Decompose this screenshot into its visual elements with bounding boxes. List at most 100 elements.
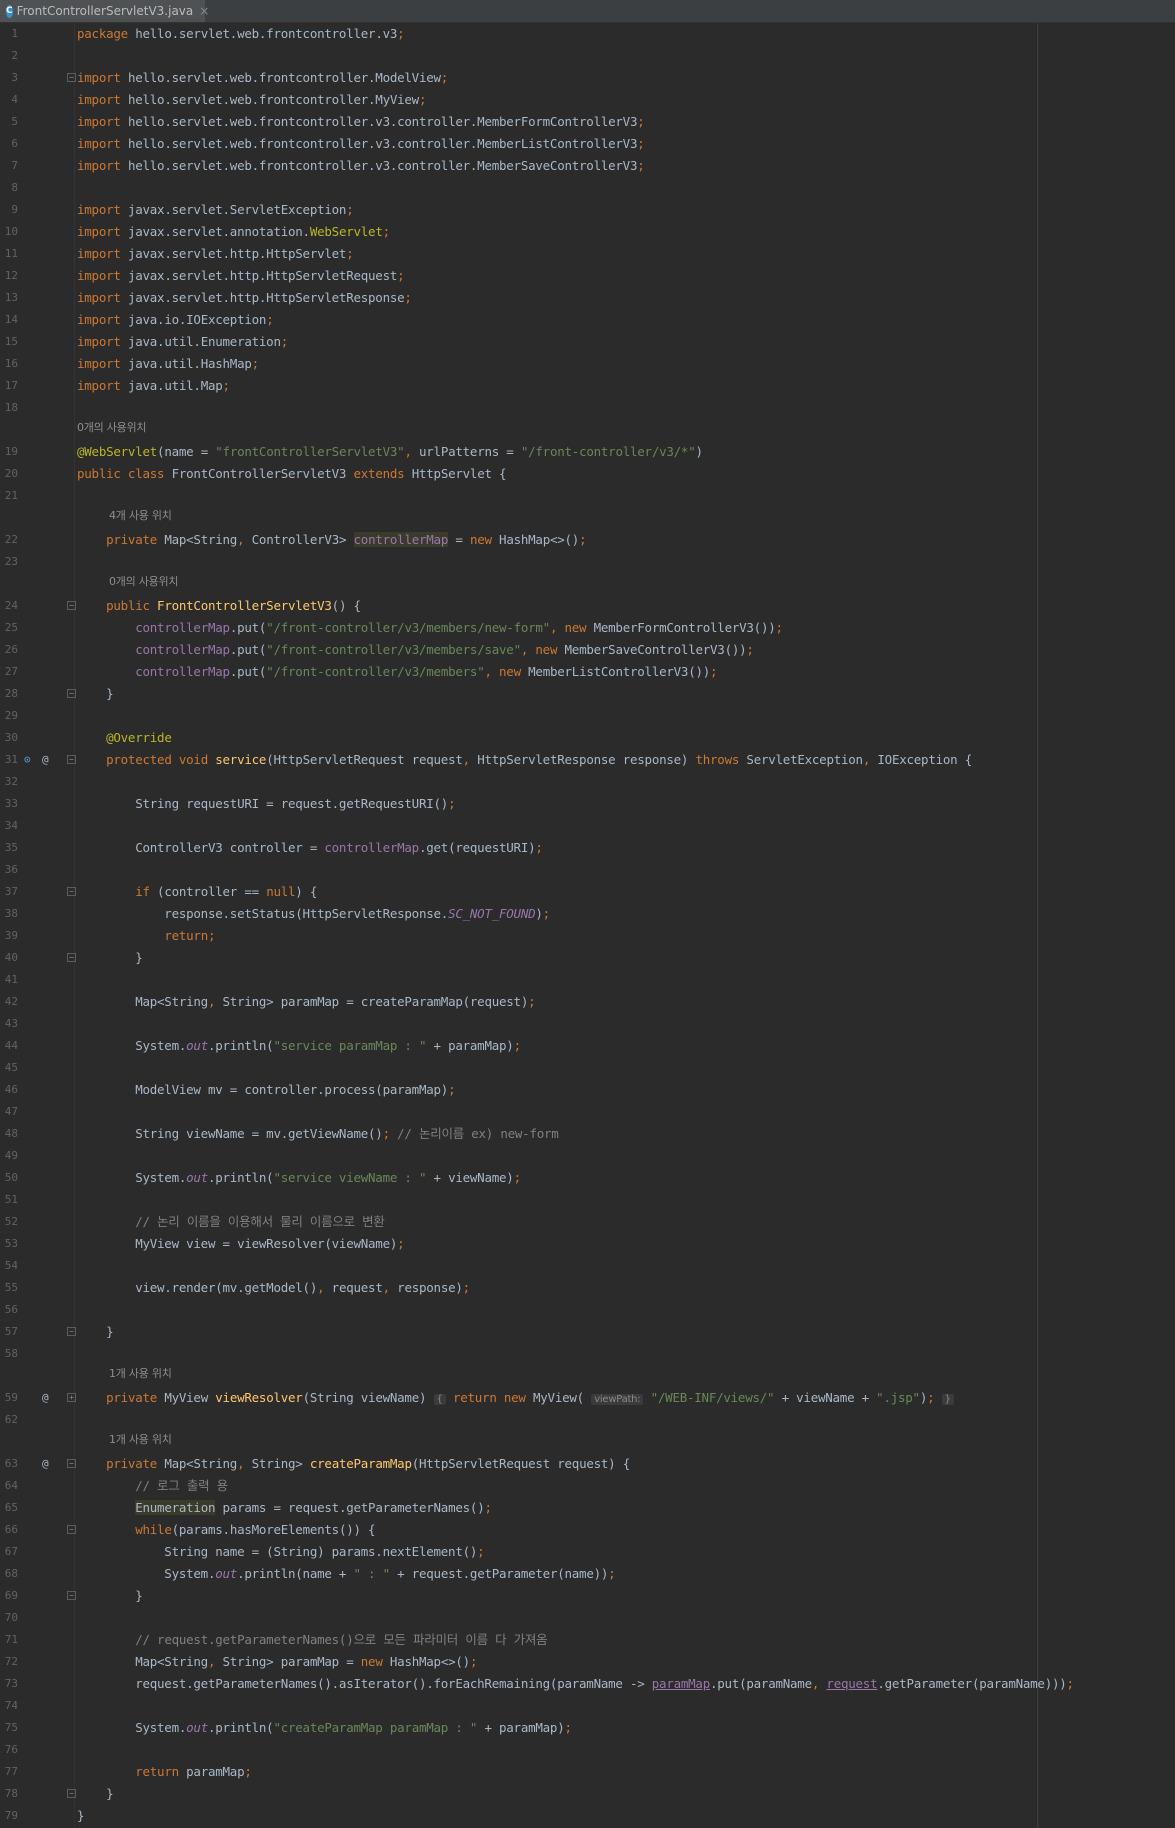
close-tab-icon[interactable]: × [199, 4, 209, 18]
code-line[interactable]: 28 } − [0, 683, 1175, 705]
code-line[interactable]: 57 } − [0, 1321, 1175, 1343]
code-line[interactable]: 21 [0, 485, 1175, 507]
code-line[interactable]: 35 ControllerV3 controller = controllerM… [0, 837, 1175, 859]
code-line[interactable]: 8 [0, 177, 1175, 199]
fold-toggle-icon[interactable]: − [67, 601, 76, 610]
code-line[interactable]: 77 return paramMap; [0, 1761, 1175, 1783]
code-line[interactable]: 5 import hello.servlet.web.frontcontrolle… [0, 111, 1175, 133]
code-line[interactable]: 76 [0, 1739, 1175, 1761]
fold-toggle-icon[interactable]: − [67, 1591, 76, 1600]
at-icon[interactable]: @ [42, 1387, 49, 1409]
code-line[interactable]: 75 System.out.println("createParamMap pa… [0, 1717, 1175, 1739]
fold-toggle-icon[interactable]: + [67, 1393, 76, 1402]
code-line[interactable]: 70 [0, 1607, 1175, 1629]
code-line[interactable]: 9 import javax.servlet.ServletException; [0, 199, 1175, 221]
code-line[interactable]: 41 [0, 969, 1175, 991]
code-line[interactable]: 67 String name = (String) params.nextEle… [0, 1541, 1175, 1563]
code-editor[interactable]: 1 package hello.servlet.web.frontcontroll… [0, 23, 1175, 1828]
code-line[interactable]: 54 [0, 1255, 1175, 1277]
fold-toggle-icon[interactable]: − [67, 755, 76, 764]
code-line[interactable]: 34 [0, 815, 1175, 837]
code-line[interactable]: 11 import javax.servlet.http.HttpServlet; [0, 243, 1175, 265]
code-line[interactable]: 14 import java.io.IOException; [0, 309, 1175, 331]
code-line[interactable]: 43 [0, 1013, 1175, 1035]
fold-toggle-icon[interactable]: − [67, 1459, 76, 1468]
fold-toggle-icon[interactable]: − [67, 689, 76, 698]
code-line[interactable]: 1 package hello.servlet.web.frontcontroll… [0, 23, 1175, 45]
code-line[interactable]: 45 [0, 1057, 1175, 1079]
code-line[interactable]: 31 protected void service(HttpServletReq… [0, 749, 1175, 771]
code-line[interactable]: 39 return; [0, 925, 1175, 947]
code-line[interactable]: 42 Map<String, String> paramMap = create… [0, 991, 1175, 1013]
code-line[interactable]: 26 controllerMap.put("/front-controller/… [0, 639, 1175, 661]
code-line[interactable]: 71 // request.getParameterNames()으로 모든 파… [0, 1629, 1175, 1651]
code-line[interactable]: 29 [0, 705, 1175, 727]
code-line[interactable]: 79} [0, 1805, 1175, 1827]
at-icon[interactable]: @ [42, 1453, 49, 1475]
code-line[interactable]: 73 request.getParameterNames().asIterato… [0, 1673, 1175, 1695]
code-line[interactable]: 48 String viewName = mv.getViewName(); /… [0, 1123, 1175, 1145]
code-line[interactable]: 47 [0, 1101, 1175, 1123]
code-line[interactable]: 65 Enumeration params = request.getParam… [0, 1497, 1175, 1519]
override-icon[interactable]: ⊙ [24, 749, 31, 771]
usage-hint[interactable]: 0개의 사용위치 [0, 419, 1175, 441]
code-line[interactable]: 10 import javax.servlet.annotation.WebSer… [0, 221, 1175, 243]
code-line[interactable]: 66 while(params.hasMoreElements()) {− [0, 1519, 1175, 1541]
code-line[interactable]: 20 public class FrontControllerServletV3 … [0, 463, 1175, 485]
code-line[interactable]: 6 import hello.servlet.web.frontcontrolle… [0, 133, 1175, 155]
code-line[interactable]: 58 [0, 1343, 1175, 1365]
fold-toggle-icon[interactable]: − [67, 1327, 76, 1336]
code-line[interactable]: 7 import hello.servlet.web.frontcontrolle… [0, 155, 1175, 177]
usage-hint[interactable]: 1개 사용 위치 [0, 1431, 1175, 1453]
code-line[interactable]: 25 controllerMap.put("/front-controller/… [0, 617, 1175, 639]
code-line[interactable]: 51 [0, 1189, 1175, 1211]
code-line[interactable]: 46 ModelView mv = controller.process(par… [0, 1079, 1175, 1101]
code-line[interactable]: 62 [0, 1409, 1175, 1431]
code-line[interactable]: 22 private Map<String, ControllerV3> con… [0, 529, 1175, 551]
code-line[interactable]: 53 MyView view = viewResolver(viewName); [0, 1233, 1175, 1255]
code-line[interactable]: 27 controllerMap.put("/front-controller/… [0, 661, 1175, 683]
code-line[interactable]: 78 } − [0, 1783, 1175, 1805]
usage-hint[interactable]: 4개 사용 위치 [0, 507, 1175, 529]
code-line[interactable]: 32 [0, 771, 1175, 793]
usage-hint[interactable]: 0개의 사용위치 [0, 573, 1175, 595]
code-line[interactable]: 38 response.setStatus(HttpServletRespons… [0, 903, 1175, 925]
code-line[interactable]: 18 [0, 397, 1175, 419]
code-line[interactable]: 36 [0, 859, 1175, 881]
code-line[interactable]: 17 import java.util.Map; [0, 375, 1175, 397]
code-line[interactable]: 3 import hello.servlet.web.frontcontrolle… [0, 67, 1175, 89]
fold-toggle-icon[interactable]: − [67, 1789, 76, 1798]
code-line[interactable]: 15 import java.util.Enumeration; [0, 331, 1175, 353]
code-line[interactable]: 56 [0, 1299, 1175, 1321]
code-line[interactable]: 13 import javax.servlet.http.HttpServletR… [0, 287, 1175, 309]
code-line[interactable]: 44 System.out.println("service paramMap … [0, 1035, 1175, 1057]
code-line[interactable]: 59 private MyView viewResolver(String vi… [0, 1387, 1175, 1409]
fold-toggle-icon[interactable]: − [67, 953, 76, 962]
code-line[interactable]: 23 [0, 551, 1175, 573]
code-line[interactable]: 2 [0, 45, 1175, 67]
file-tab[interactable]: C FrontControllerServletV3.java × [0, 0, 209, 22]
usage-hint[interactable]: 1개 사용 위치 [0, 1365, 1175, 1387]
code-line[interactable]: 24 public FrontControllerServletV3() {− [0, 595, 1175, 617]
code-line[interactable]: 52 // 논리 이름을 이용해서 물리 이름으로 변환 [0, 1211, 1175, 1233]
code-line[interactable]: 19 @WebServlet(name = "frontControllerSer… [0, 441, 1175, 463]
code-line[interactable]: 37 if (controller == null) {− [0, 881, 1175, 903]
code-line[interactable]: 30 @Override [0, 727, 1175, 749]
code-line[interactable]: 69 } − [0, 1585, 1175, 1607]
code-line[interactable]: 55 view.render(mv.getModel(), request, r… [0, 1277, 1175, 1299]
fold-toggle-icon[interactable]: − [67, 887, 76, 896]
fold-toggle-icon[interactable]: − [67, 1525, 76, 1534]
code-line[interactable]: 72 Map<String, String> paramMap = new Ha… [0, 1651, 1175, 1673]
code-line[interactable]: 12 import javax.servlet.http.HttpServletR… [0, 265, 1175, 287]
code-line[interactable]: 4 import hello.servlet.web.frontcontrolle… [0, 89, 1175, 111]
code-line[interactable]: 64 // 로그 출력 용 [0, 1475, 1175, 1497]
code-line[interactable]: 50 System.out.println("service viewName … [0, 1167, 1175, 1189]
code-line[interactable]: 68 System.out.println(name + " : " + req… [0, 1563, 1175, 1585]
fold-toggle-icon[interactable]: − [67, 73, 76, 82]
at-icon[interactable]: @ [42, 749, 49, 771]
code-line[interactable]: 40 } − [0, 947, 1175, 969]
code-line[interactable]: 49 [0, 1145, 1175, 1167]
code-line[interactable]: 63 private Map<String, String> createPar… [0, 1453, 1175, 1475]
code-line[interactable]: 74 [0, 1695, 1175, 1717]
code-line[interactable]: 16 import java.util.HashMap; [0, 353, 1175, 375]
